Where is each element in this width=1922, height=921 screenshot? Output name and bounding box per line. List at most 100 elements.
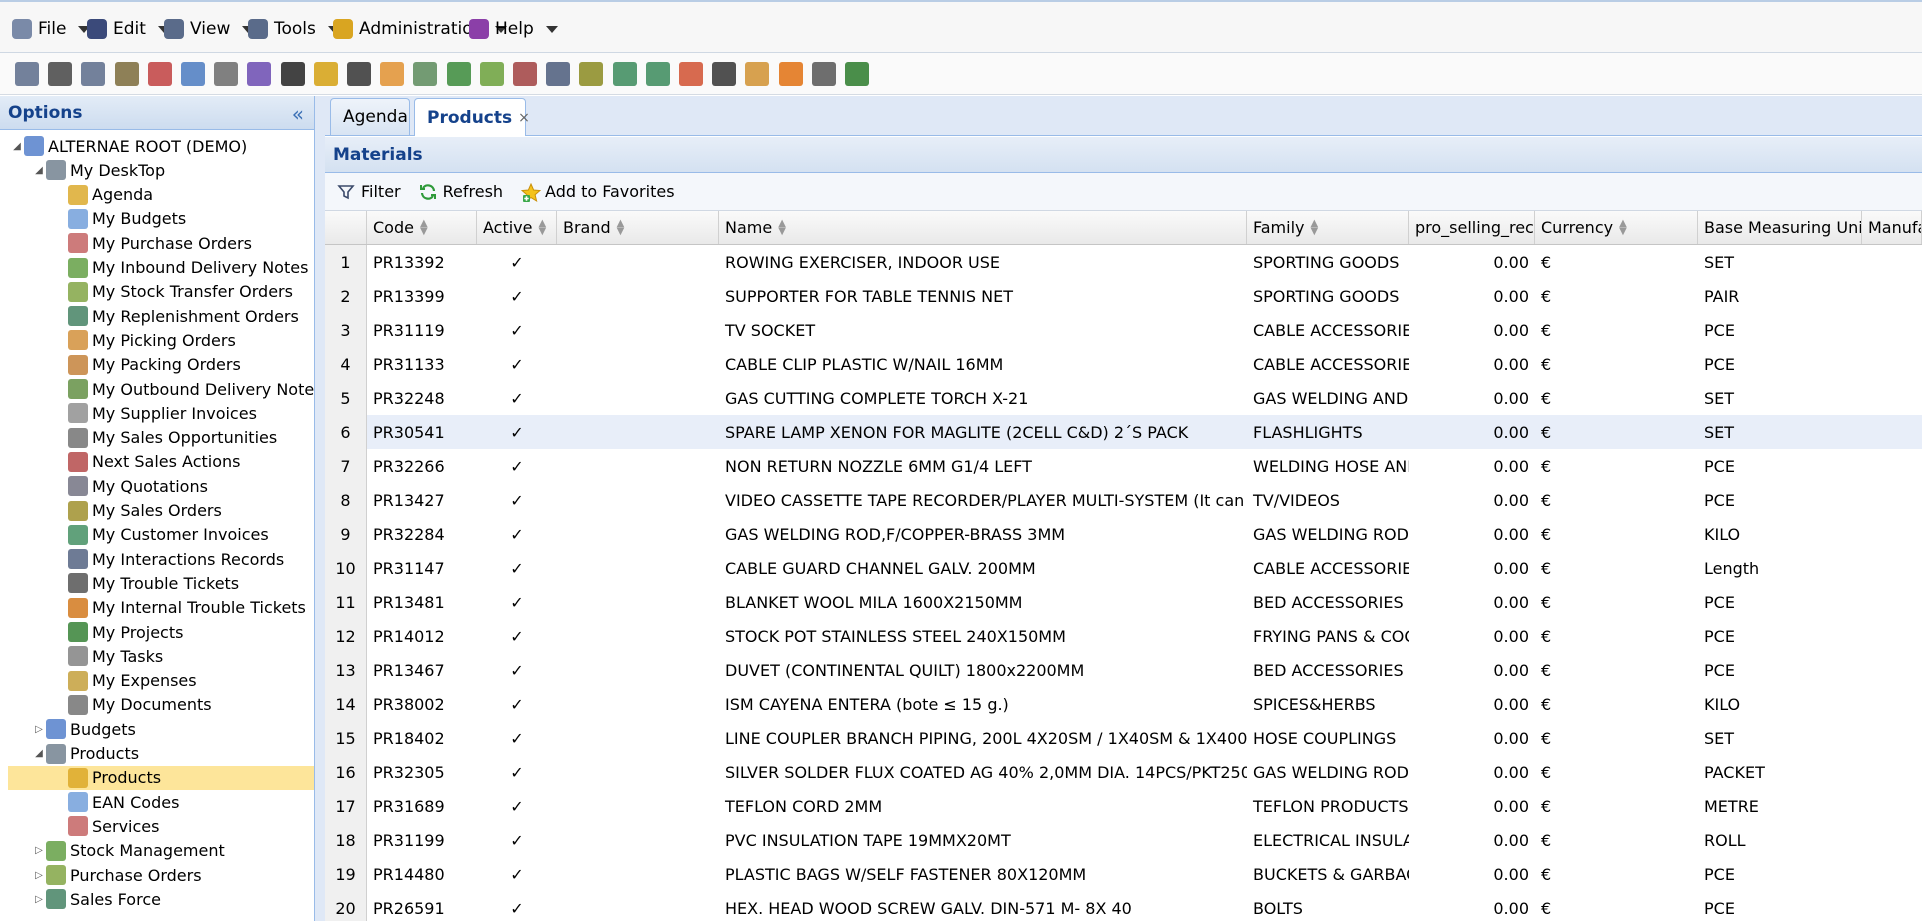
calendar-icon[interactable] bbox=[147, 62, 172, 86]
table-row[interactable]: 18 PR31199 ✓ PVC INSULATION TAPE 19MMX20MT E… bbox=[325, 823, 1922, 857]
collapsed-arrow-icon[interactable]: ▷ bbox=[32, 870, 46, 881]
collapsed-arrow-icon[interactable]: ▷ bbox=[32, 894, 46, 905]
contact-icon[interactable] bbox=[712, 62, 737, 86]
chart-icon[interactable] bbox=[413, 62, 438, 86]
tree-item-my-picking-orders[interactable]: My Picking Orders bbox=[54, 328, 236, 352]
column-header-pro-selling-recc[interactable]: pro_selling_recc bbox=[1409, 211, 1535, 244]
table-row[interactable]: 13 PR13467 ✓ DUVET (CONTINENTAL QUILT) 1800… bbox=[325, 653, 1922, 687]
tree-item-alternae-root-demo-[interactable]: ◢ ALTERNAE ROOT (DEMO) bbox=[10, 134, 247, 158]
house-icon[interactable] bbox=[679, 62, 703, 86]
table-row[interactable]: 19 PR14480 ✓ PLASTIC BAGS W/SELF FASTENER 8… bbox=[325, 857, 1922, 891]
tree-item-purchase-orders[interactable]: ▷ Purchase Orders bbox=[32, 863, 202, 887]
close-tab-icon[interactable]: × bbox=[518, 110, 530, 126]
table-row[interactable]: 9 PR32284 ✓ GAS WELDING ROD,F/COPPER-BRASS … bbox=[325, 517, 1922, 551]
invoice-icon[interactable] bbox=[612, 62, 637, 86]
table-row[interactable]: 1 PR13392 ✓ ROWING EXERCISER, INDOOR USE SPO… bbox=[325, 245, 1922, 279]
column-header-manufac[interactable]: Manufac bbox=[1862, 211, 1922, 244]
report-icon[interactable] bbox=[745, 62, 770, 86]
table-row[interactable]: 20 PR26591 ✓ HEX. HEAD WOOD SCREW GALV. DIN… bbox=[325, 891, 1922, 921]
tree-item-my-interactions-records[interactable]: My Interactions Records bbox=[54, 547, 284, 571]
expanded-arrow-icon[interactable]: ◢ bbox=[10, 141, 24, 152]
menu-file[interactable]: File bbox=[12, 16, 91, 42]
menu-edit[interactable]: Edit bbox=[87, 16, 170, 42]
menu-tools[interactable]: Tools bbox=[248, 16, 340, 42]
table-row[interactable]: 5 PR32248 ✓ GAS CUTTING COMPLETE TORCH X-21… bbox=[325, 381, 1922, 415]
gantt-icon[interactable] bbox=[845, 62, 869, 86]
book-icon[interactable] bbox=[214, 62, 239, 86]
tree-item-budgets[interactable]: ▷ Budgets bbox=[32, 717, 136, 741]
bug-icon[interactable] bbox=[778, 62, 803, 86]
tab-products[interactable]: Products × bbox=[414, 98, 530, 136]
table-row[interactable]: 16 PR32305 ✓ SILVER SOLDER FLUX COATED AG 4… bbox=[325, 755, 1922, 789]
tree-item-my-documents[interactable]: My Documents bbox=[54, 693, 212, 717]
column-header-name[interactable]: Name ▲ ▼ bbox=[719, 211, 1247, 244]
paste-icon[interactable] bbox=[114, 62, 139, 86]
tree-item-my-supplier-invoices[interactable]: My Supplier Invoices bbox=[54, 401, 257, 425]
column-header-base-measuring-unit[interactable]: Base Measuring Unit▲▼ bbox=[1698, 211, 1862, 244]
column-header-family[interactable]: Family ▲ ▼ bbox=[1247, 211, 1409, 244]
folder-icon[interactable] bbox=[313, 62, 338, 86]
collapse-panel-icon[interactable]: « bbox=[292, 102, 304, 126]
tree-item-my-customer-invoices[interactable]: My Customer Invoices bbox=[54, 523, 269, 547]
filter-button[interactable]: Filter bbox=[337, 182, 401, 201]
calculator-icon[interactable] bbox=[546, 62, 571, 86]
people-icon[interactable] bbox=[280, 62, 305, 86]
tree-item-my-budgets[interactable]: My Budgets bbox=[54, 207, 186, 231]
table-row[interactable]: 14 PR38002 ✓ ISM CAYENA ENTERA (bote ≤ 15 g… bbox=[325, 687, 1922, 721]
user-sales-icon[interactable] bbox=[513, 62, 537, 86]
tree-item-my-purchase-orders[interactable]: My Purchase Orders bbox=[54, 231, 252, 255]
tab-agenda[interactable]: Agenda bbox=[330, 98, 410, 135]
column-header-currency[interactable]: Currency ▲ ▼ bbox=[1535, 211, 1698, 244]
table-row[interactable]: 3 PR31119 ✓ TV SOCKET CABLE ACCESSORIES 0.00 €… bbox=[325, 313, 1922, 347]
tree-item-my-outbound-delivery-notes[interactable]: My Outbound Delivery Notes bbox=[54, 377, 314, 401]
table-row[interactable]: 6 PR30541 ✓ SPARE LAMP XENON FOR MAGLITE (2… bbox=[325, 415, 1922, 449]
tree-item-my-sales-opportunities[interactable]: My Sales Opportunities bbox=[54, 426, 277, 450]
table-row[interactable]: 2 PR13399 ✓ SUPPORTER FOR TABLE TENNIS NET S… bbox=[325, 279, 1922, 313]
tree-item-my-trouble-tickets[interactable]: My Trouble Tickets bbox=[54, 571, 239, 595]
column-header-active[interactable]: Active ▲ ▼ bbox=[477, 211, 557, 244]
tree-item-services[interactable]: Services bbox=[54, 814, 159, 838]
table-row[interactable]: 4 PR31133 ✓ CABLE CLIP PLASTIC W/NAIL 16MM C… bbox=[325, 347, 1922, 381]
menu-help[interactable]: Help bbox=[469, 16, 558, 42]
refresh-button[interactable]: Refresh bbox=[419, 182, 503, 201]
product-box-icon[interactable] bbox=[247, 62, 272, 86]
tree-item-ean-codes[interactable]: EAN Codes bbox=[54, 790, 179, 814]
tree-item-my-inbound-delivery-notes[interactable]: My Inbound Delivery Notes bbox=[54, 256, 308, 280]
tree-item-products[interactable]: Products bbox=[8, 765, 314, 790]
collapsed-arrow-icon[interactable]: ▷ bbox=[32, 845, 46, 856]
invoice-dollar-icon[interactable] bbox=[645, 62, 670, 86]
print-icon[interactable] bbox=[15, 62, 39, 86]
table-row[interactable]: 12 PR14012 ✓ STOCK POT STAINLESS STEEL 240X… bbox=[325, 619, 1922, 653]
coins-icon[interactable] bbox=[579, 62, 604, 86]
truck-icon[interactable] bbox=[347, 62, 371, 86]
add-to-favorites-button[interactable]: Add to Favorites bbox=[520, 182, 675, 202]
table-row[interactable]: 7 PR32266 ✓ NON RETURN NOZZLE 6MM G1/4 LEFT… bbox=[325, 449, 1922, 483]
package-icon[interactable] bbox=[380, 62, 405, 86]
column-header-code[interactable]: Code ▲ ▼ bbox=[367, 211, 477, 244]
tree-item-my-packing-orders[interactable]: My Packing Orders bbox=[54, 353, 241, 377]
collapsed-arrow-icon[interactable]: ▷ bbox=[32, 724, 46, 735]
tree-item-my-replenishment-orders[interactable]: My Replenishment Orders bbox=[54, 304, 299, 328]
tree-item-products[interactable]: ◢ Products bbox=[32, 742, 139, 766]
menu-view[interactable]: View bbox=[164, 16, 255, 42]
tree-item-sales-force[interactable]: ▷ Sales Force bbox=[32, 887, 161, 911]
tree-item-my-sales-orders[interactable]: My Sales Orders bbox=[54, 499, 222, 523]
inbound-icon[interactable] bbox=[446, 62, 471, 86]
table-row[interactable]: 17 PR31689 ✓ TEFLON CORD 2MM TEFLON PRODUCTS… bbox=[325, 789, 1922, 823]
tree-item-agenda[interactable]: Agenda bbox=[54, 183, 153, 207]
camera-icon[interactable] bbox=[811, 62, 836, 86]
panel-splitter[interactable] bbox=[315, 96, 325, 921]
table-row[interactable]: 10 PR31147 ✓ CABLE GUARD CHANNEL GALV. 200M… bbox=[325, 551, 1922, 585]
cut-icon[interactable] bbox=[48, 62, 73, 86]
expanded-arrow-icon[interactable]: ◢ bbox=[32, 748, 46, 759]
table-row[interactable]: 11 PR13481 ✓ BLANKET WOOL MILA 1600X2150MM B… bbox=[325, 585, 1922, 619]
table-row[interactable]: 15 PR18402 ✓ LINE COUPLER BRANCH PIPING, 20… bbox=[325, 721, 1922, 755]
tree-item-next-sales-actions[interactable]: Next Sales Actions bbox=[54, 450, 240, 474]
tree-item-my-projects[interactable]: My Projects bbox=[54, 620, 183, 644]
tree-item-my-desktop[interactable]: ◢ My DeskTop bbox=[32, 158, 165, 182]
expanded-arrow-icon[interactable]: ◢ bbox=[32, 165, 46, 176]
table-row[interactable]: 8 PR13427 ✓ VIDEO CASSETTE TAPE RECORDER/PL… bbox=[325, 483, 1922, 517]
tree-item-my-stock-transfer-orders[interactable]: My Stock Transfer Orders bbox=[54, 280, 293, 304]
tree-item-my-tasks[interactable]: My Tasks bbox=[54, 644, 163, 668]
tree-item-my-expenses[interactable]: My Expenses bbox=[54, 669, 197, 693]
